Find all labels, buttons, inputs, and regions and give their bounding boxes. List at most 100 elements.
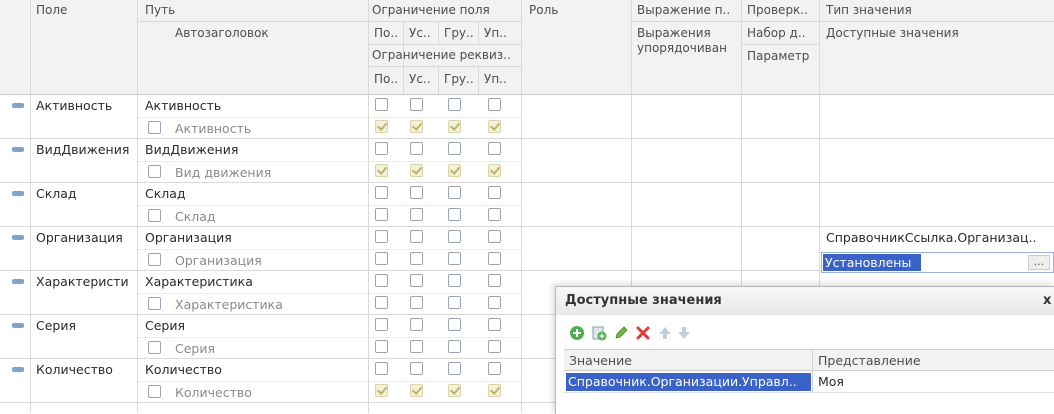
field-restriction-checkbox[interactable] (375, 318, 388, 331)
path-value[interactable]: Активность (145, 98, 221, 113)
attr-restriction-checkbox[interactable] (410, 384, 423, 397)
attr-restriction-checkbox[interactable] (375, 252, 388, 265)
field-restriction-checkbox[interactable] (375, 230, 388, 243)
auto-title-value[interactable]: Количество (175, 385, 252, 400)
field-restriction-checkbox[interactable] (488, 230, 501, 243)
header-field[interactable]: Поле (36, 3, 67, 17)
field-restriction-checkbox[interactable] (375, 142, 388, 155)
edit-icon[interactable] (613, 325, 629, 341)
field-restriction-checkbox[interactable] (488, 186, 501, 199)
field-restriction-checkbox[interactable] (448, 274, 461, 287)
field-restriction-checkbox[interactable] (410, 318, 423, 331)
dialog-row-repr[interactable]: Моя (818, 374, 844, 389)
header-path[interactable]: Путь (145, 3, 175, 17)
field-name[interactable]: ВидДвижения (36, 142, 135, 157)
field-restriction-checkbox[interactable] (488, 142, 501, 155)
field-restriction-checkbox[interactable] (448, 186, 461, 199)
add-icon[interactable] (569, 325, 585, 341)
attr-restriction-checkbox[interactable] (448, 208, 461, 221)
header-role[interactable]: Роль (529, 3, 558, 17)
attr-restriction-checkbox[interactable] (448, 340, 461, 353)
header-fr-3[interactable]: Уп.. (484, 26, 507, 40)
field-restriction-checkbox[interactable] (488, 98, 501, 111)
header-expr-order-1[interactable]: Выражения (637, 26, 711, 40)
attr-restriction-checkbox[interactable] (375, 164, 388, 177)
attr-restriction-checkbox[interactable] (410, 120, 423, 133)
auto-title-checkbox[interactable] (148, 209, 161, 222)
attr-restriction-checkbox[interactable] (488, 340, 501, 353)
field-name[interactable]: Склад (36, 186, 135, 201)
auto-title-checkbox[interactable] (148, 297, 161, 310)
header-attr-restriction[interactable]: Ограничение реквиз.. (372, 48, 520, 62)
header-parameter[interactable]: Параметр (747, 49, 809, 63)
attr-restriction-checkbox[interactable] (410, 296, 423, 309)
attr-restriction-checkbox[interactable] (375, 384, 388, 397)
header-available-values[interactable]: Доступные значения (826, 26, 959, 40)
field-restriction-checkbox[interactable] (375, 362, 388, 375)
attr-restriction-checkbox[interactable] (375, 296, 388, 309)
path-value[interactable]: Серия (145, 318, 185, 333)
field-restriction-checkbox[interactable] (375, 186, 388, 199)
field-restriction-checkbox[interactable] (448, 318, 461, 331)
attr-restriction-checkbox[interactable] (410, 164, 423, 177)
field-name[interactable]: Характеристи (36, 274, 135, 289)
auto-title-checkbox[interactable] (148, 341, 161, 354)
attr-restriction-checkbox[interactable] (448, 164, 461, 177)
field-restriction-checkbox[interactable] (448, 142, 461, 155)
field-restriction-checkbox[interactable] (410, 186, 423, 199)
attr-restriction-checkbox[interactable] (448, 252, 461, 265)
field-restriction-checkbox[interactable] (488, 318, 501, 331)
attr-restriction-checkbox[interactable] (375, 340, 388, 353)
path-value[interactable]: ВидДвижения (145, 142, 238, 157)
available-values-selected[interactable]: Установлены (823, 254, 921, 271)
add-group-icon[interactable] (591, 325, 607, 341)
attr-restriction-checkbox[interactable] (488, 164, 501, 177)
header-fr-0[interactable]: По.. (374, 26, 398, 40)
collapse-icon[interactable] (12, 367, 24, 372)
auto-title-value[interactable]: Организация (175, 253, 262, 268)
field-name[interactable]: Активность (36, 98, 135, 113)
header-field-restriction[interactable]: Ограничение поля (372, 3, 490, 17)
auto-title-checkbox[interactable] (148, 253, 161, 266)
field-name[interactable]: Количество (36, 362, 135, 377)
dialog-col-value[interactable]: Значение (569, 353, 632, 368)
attr-restriction-checkbox[interactable] (410, 208, 423, 221)
attr-restriction-checkbox[interactable] (410, 252, 423, 265)
auto-title-value[interactable]: Активность (175, 121, 251, 136)
header-data-set[interactable]: Набор д.. (747, 26, 805, 40)
header-auto-title[interactable]: Автозаголовок (175, 26, 269, 40)
collapse-icon[interactable] (12, 323, 24, 328)
header-ar-2[interactable]: Гру.. (444, 72, 474, 86)
auto-title-checkbox[interactable] (148, 121, 161, 134)
attr-restriction-checkbox[interactable] (448, 384, 461, 397)
field-restriction-checkbox[interactable] (375, 274, 388, 287)
field-name[interactable]: Серия (36, 318, 135, 333)
header-check[interactable]: Проверк.. (747, 3, 808, 17)
auto-title-value[interactable]: Вид движения (175, 165, 271, 180)
header-fr-1[interactable]: Ус.. (409, 26, 431, 40)
delete-icon[interactable] (635, 325, 651, 341)
auto-title-value[interactable]: Серия (175, 341, 215, 356)
collapse-icon[interactable] (12, 147, 24, 152)
path-value[interactable]: Характеристика (145, 274, 253, 289)
field-restriction-checkbox[interactable] (410, 142, 423, 155)
attr-restriction-checkbox[interactable] (375, 208, 388, 221)
attr-restriction-checkbox[interactable] (448, 120, 461, 133)
value-type[interactable]: СправочникСсылка.Организац.. (826, 230, 1052, 245)
collapse-icon[interactable] (12, 235, 24, 240)
attr-restriction-checkbox[interactable] (375, 120, 388, 133)
dialog-col-repr[interactable]: Представление (818, 353, 921, 368)
attr-restriction-checkbox[interactable] (488, 120, 501, 133)
move-up-icon[interactable] (657, 325, 673, 341)
attr-restriction-checkbox[interactable] (488, 208, 501, 221)
move-down-icon[interactable] (676, 325, 692, 341)
auto-title-value[interactable]: Склад (175, 209, 216, 224)
dialog-row-value[interactable]: Справочник.Организации.Управл.. (566, 373, 811, 391)
header-ar-0[interactable]: По.. (374, 72, 398, 86)
header-expression[interactable]: Выражение п.. (637, 3, 730, 17)
field-restriction-checkbox[interactable] (448, 98, 461, 111)
field-restriction-checkbox[interactable] (448, 362, 461, 375)
field-restriction-checkbox[interactable] (410, 230, 423, 243)
attr-restriction-checkbox[interactable] (488, 384, 501, 397)
field-name[interactable]: Организация (36, 230, 135, 245)
